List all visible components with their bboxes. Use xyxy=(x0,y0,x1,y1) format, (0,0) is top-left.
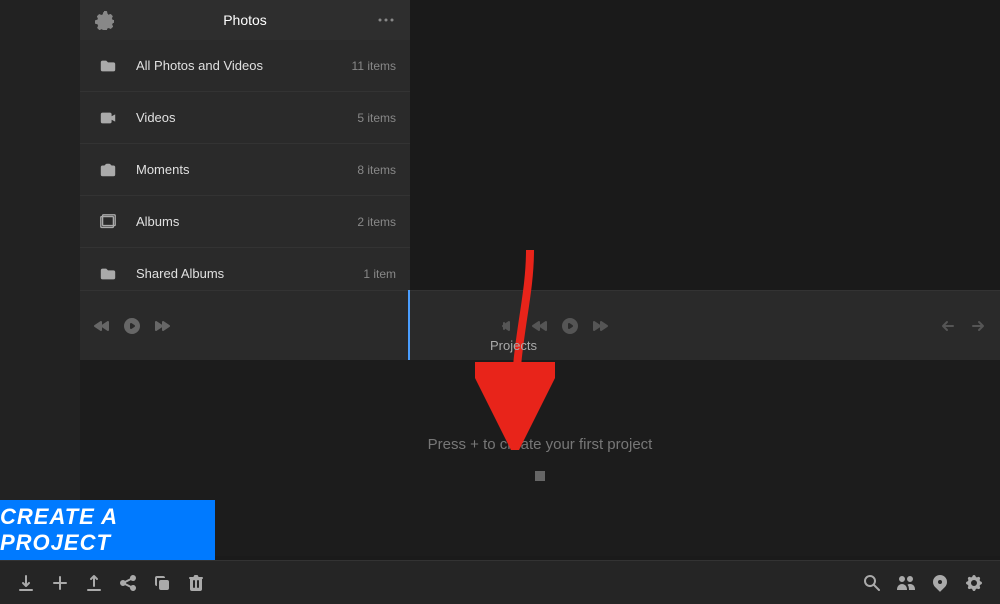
step-back-icon[interactable] xyxy=(92,316,112,336)
rewind-icon[interactable] xyxy=(530,316,550,336)
fast-forward-icon[interactable] xyxy=(590,316,610,336)
moments-label: Moments xyxy=(136,162,357,177)
sidebar-list: All Photos and Videos 11 items Videos 5 … xyxy=(80,40,410,310)
undo-main-icon[interactable] xyxy=(938,316,958,336)
moments-count: 8 items xyxy=(357,163,396,177)
sidebar-item-all-photos[interactable]: All Photos and Videos 11 items xyxy=(80,40,410,92)
bottom-toolbar xyxy=(0,560,1000,604)
sidebar-title: Photos xyxy=(114,12,376,28)
folder-icon xyxy=(94,52,122,80)
bottom-toolbar-left xyxy=(0,573,846,593)
ellipsis-icon[interactable] xyxy=(376,10,396,30)
step-forward-icon[interactable] xyxy=(152,316,172,336)
empty-state-text: Press + to create your first project xyxy=(428,436,653,453)
play-main-icon[interactable] xyxy=(560,316,580,336)
all-photos-label: All Photos and Videos xyxy=(136,58,352,73)
videos-count: 5 items xyxy=(357,111,396,125)
create-project-text: CREATE A PROJECT xyxy=(0,504,215,556)
play-icon[interactable] xyxy=(122,316,142,336)
empty-state-dot xyxy=(535,471,545,481)
shared-albums-label: Shared Albums xyxy=(136,266,363,281)
projects-tab[interactable]: Projects xyxy=(490,338,537,353)
skip-start-icon[interactable] xyxy=(500,316,520,336)
albums-label: Albums xyxy=(136,214,357,229)
gear-icon[interactable] xyxy=(94,10,114,30)
album-icon xyxy=(94,208,122,236)
redo-main-icon[interactable] xyxy=(968,316,988,336)
videos-label: Videos xyxy=(136,110,357,125)
sidebar-item-videos[interactable]: Videos 5 items xyxy=(80,92,410,144)
import-icon[interactable] xyxy=(16,573,36,593)
people-icon[interactable] xyxy=(896,573,916,593)
shared-folder-icon xyxy=(94,260,122,288)
export-icon[interactable] xyxy=(84,573,104,593)
playhead-indicator xyxy=(408,290,410,360)
all-photos-count: 11 items xyxy=(352,59,396,73)
delete-icon[interactable] xyxy=(186,573,206,593)
settings-bottom-icon[interactable] xyxy=(964,573,984,593)
sidebar-item-albums[interactable]: Albums 2 items xyxy=(80,196,410,248)
timeline-bar xyxy=(80,290,1000,360)
sidebar-header: Photos xyxy=(80,0,410,40)
left-column xyxy=(0,0,80,560)
add-icon[interactable] xyxy=(50,573,70,593)
create-project-banner[interactable]: CREATE A PROJECT xyxy=(0,500,215,560)
albums-count: 2 items xyxy=(357,215,396,229)
shared-albums-count: 1 item xyxy=(363,267,396,281)
search-bottom-icon[interactable] xyxy=(862,573,882,593)
video-icon xyxy=(94,104,122,132)
bottom-toolbar-right xyxy=(846,573,1000,593)
location-icon[interactable] xyxy=(930,573,950,593)
camera-icon xyxy=(94,156,122,184)
main-content-area: Press + to create your first project xyxy=(80,360,1000,556)
sidebar-item-moments[interactable]: Moments 8 items xyxy=(80,144,410,196)
duplicate-icon[interactable] xyxy=(152,573,172,593)
share-icon[interactable] xyxy=(118,573,138,593)
